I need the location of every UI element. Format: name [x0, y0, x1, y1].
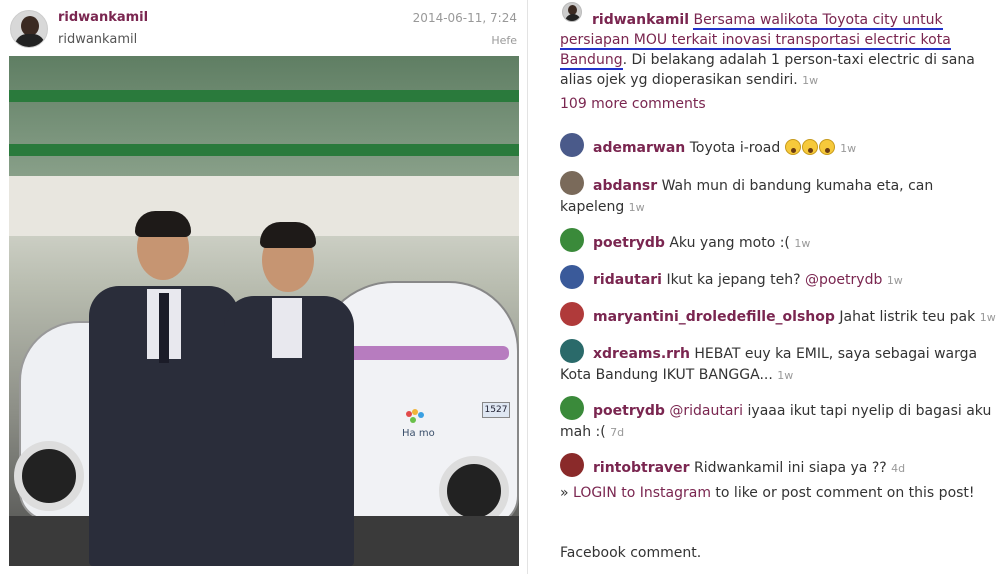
comment-username[interactable]: xdreams.rrh — [593, 346, 690, 362]
comment-username[interactable]: rintobtraver — [593, 460, 690, 476]
comment-username[interactable]: ademarwan — [593, 140, 685, 156]
post-caption: ridwankamil Bersama walikota Toyota city… — [560, 10, 1000, 91]
comment-age: 7d — [610, 426, 625, 439]
comment-text: Ikut ka jepang teh? — [666, 272, 801, 288]
photo-license-plate: 1527 — [482, 402, 510, 418]
comment-age: 1w — [886, 274, 903, 287]
commenter-avatar[interactable] — [560, 265, 584, 289]
caption-text: . Di belakang adalah 1 person-taxi elect… — [560, 52, 975, 88]
fearful-face-emoji-icon — [784, 139, 801, 155]
comment-item: poetrydb @ridautari iyaaa ikut tapi nyel… — [560, 396, 1000, 442]
post-photo[interactable]: Ha mo 1527 — [9, 56, 519, 566]
comment-age: 4d — [891, 462, 906, 475]
post-card: ridwankamil ridwankamil 2014-06-11, 7:24… — [0, 0, 528, 574]
commenter-avatar[interactable] — [560, 453, 584, 477]
avatar-body — [15, 34, 45, 47]
commenter-avatar[interactable] — [560, 396, 584, 420]
login-suffix: to like or post comment on this post! — [710, 485, 975, 501]
comment-mention[interactable]: @poetrydb — [805, 272, 882, 288]
comment-text: Toyota i-road — [689, 140, 781, 156]
photo-person-left — [89, 211, 239, 566]
comment-text: Jahat listrik teu pak — [839, 309, 976, 325]
comment-item: ademarwan Toyota i-road 1w — [560, 133, 1000, 160]
comment-item: poetrydb Aku yang moto :( 1w — [560, 228, 1000, 255]
photo-roof — [9, 56, 519, 196]
comment-item: rintobtraver Ridwankamil ini siapa ya ??… — [560, 453, 1000, 480]
comment-age: 1w — [777, 369, 794, 382]
commenter-avatar[interactable] — [560, 339, 584, 363]
author-avatar[interactable] — [10, 10, 48, 48]
comment-age: 1w — [979, 311, 996, 324]
hamo-logo-text: Ha mo — [402, 428, 435, 439]
photo-wheel — [14, 441, 84, 511]
comment-username[interactable]: ridautari — [593, 272, 662, 288]
caption-age: 1w — [802, 74, 819, 87]
post-date: 2014-06-11, 7:24 — [412, 11, 517, 25]
photo-person-right — [224, 222, 354, 566]
comment-username[interactable]: maryantini_droledefille_olshop — [593, 309, 835, 325]
photo-car-stripe — [329, 346, 509, 360]
comments-panel: ridwankamil Bersama walikota Toyota city… — [540, 0, 1000, 574]
more-comments-link[interactable]: 109 more comments — [560, 96, 706, 112]
comment-age: 1w — [840, 142, 857, 155]
facebook-comment-heading: Facebook comment. — [560, 545, 702, 561]
commenter-avatar[interactable] — [560, 133, 584, 157]
comment-username[interactable]: abdansr — [593, 178, 657, 194]
photo-beam — [9, 90, 519, 102]
comment-username[interactable]: poetrydb — [593, 235, 665, 251]
comment-age: 1w — [628, 201, 645, 214]
comment-item: abdansr Wah mun di bandung kumaha eta, c… — [560, 171, 1000, 217]
commenter-avatar[interactable] — [560, 228, 584, 252]
comment-item: ridautari Ikut ka jepang teh? @poetrydb … — [560, 265, 1000, 292]
author-fullname: ridwankamil — [58, 32, 138, 47]
hamo-logo-icon — [405, 408, 425, 426]
login-link[interactable]: LOGIN to Instagram — [573, 485, 711, 501]
author-username[interactable]: ridwankamil — [58, 10, 148, 25]
comment-username[interactable]: poetrydb — [593, 403, 665, 419]
login-prefix: » — [560, 485, 574, 501]
login-prompt: » LOGIN to Instagram to like or post com… — [560, 485, 975, 501]
comment-item: xdreams.rrh HEBAT euy ka EMIL, saya seba… — [560, 339, 1000, 385]
photo-filter: Hefe — [491, 34, 517, 47]
commenter-avatar[interactable] — [560, 302, 584, 326]
comment-text: Ridwankamil ini siapa ya ?? — [694, 460, 887, 476]
comment-mention[interactable]: @ridautari — [669, 403, 743, 419]
fearful-face-emoji-icon — [801, 139, 818, 155]
comment-text: Aku yang moto :( — [669, 235, 790, 251]
comment-item: maryantini_droledefille_olshop Jahat lis… — [560, 302, 1000, 329]
caption-username[interactable]: ridwankamil — [592, 12, 689, 28]
avatar-head — [21, 16, 39, 36]
fearful-face-emoji-icon — [818, 139, 835, 155]
commenter-avatar[interactable] — [560, 171, 584, 195]
photo-beam — [9, 144, 519, 156]
comment-age: 1w — [794, 237, 811, 250]
